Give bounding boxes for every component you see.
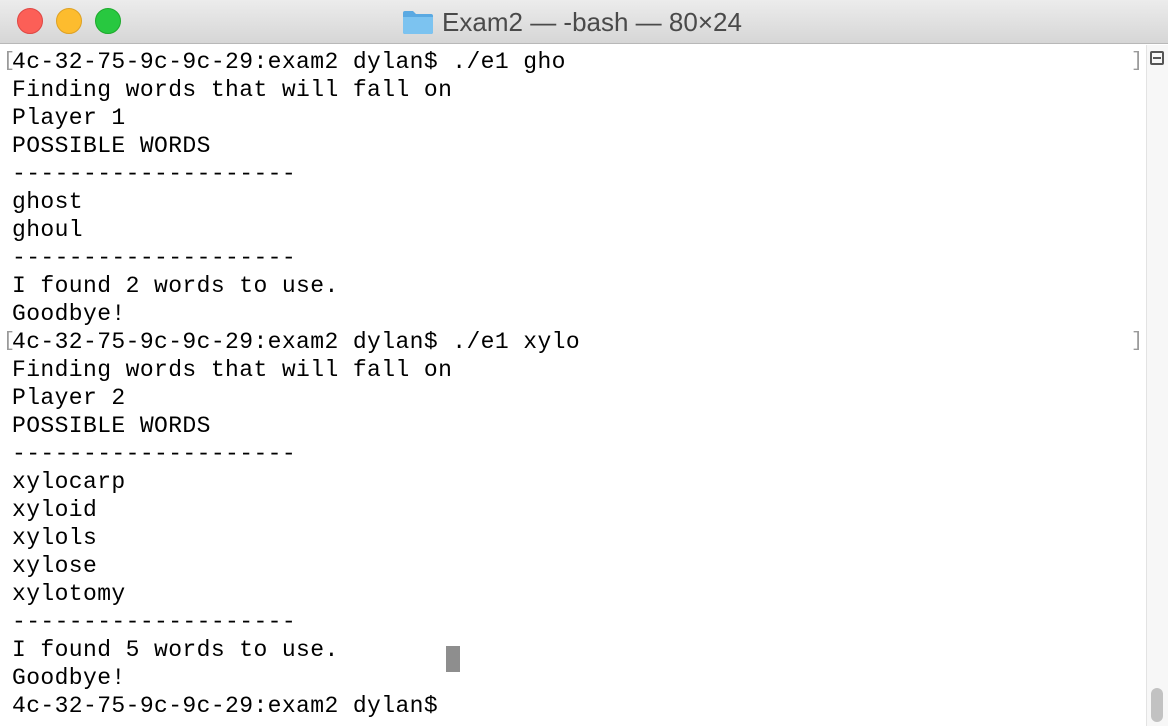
terminal-line: xylols (12, 525, 98, 551)
terminal-window: Exam2 — -bash — 80×24 4c-32-75-9c-9c-29:… (0, 0, 1168, 726)
mark-left-bracket: [ (3, 330, 16, 353)
terminal-line: -------------------- (12, 245, 297, 271)
terminal-line: -------------------- (12, 609, 297, 635)
mark-left-bracket: [ (3, 50, 16, 73)
terminal-prompt-line: 4c-32-75-9c-9c-29:exam2 dylan$ (12, 693, 453, 719)
terminal-line: 4c-32-75-9c-9c-29:exam2 dylan$ ./e1 gho (12, 49, 566, 75)
text-cursor (446, 646, 460, 672)
terminal-line: Finding words that will fall on (12, 357, 453, 383)
terminal-line: ghost (12, 189, 84, 215)
split-pane-icon[interactable] (1150, 51, 1164, 65)
terminal-line: -------------------- (12, 161, 297, 187)
mark-right-bracket: ] (1131, 330, 1144, 353)
terminal-output[interactable]: 4c-32-75-9c-9c-29:exam2 dylan$ ./e1 gho … (0, 45, 1146, 726)
terminal-line: I found 5 words to use. (12, 637, 339, 663)
terminal-line: Finding words that will fall on (12, 77, 453, 103)
terminal-line: Player 1 (12, 105, 126, 131)
terminal-line: I found 2 words to use. (12, 273, 339, 299)
scrollbar-thumb[interactable] (1151, 688, 1163, 722)
terminal-line: Player 2 (12, 385, 126, 411)
terminal-line: POSSIBLE WORDS (12, 413, 211, 439)
terminal-line: xylose (12, 553, 98, 579)
terminal-line: POSSIBLE WORDS (12, 133, 211, 159)
terminal-line: Goodbye! (12, 665, 126, 691)
window-title-container: Exam2 — -bash — 80×24 (0, 0, 1168, 44)
folder-icon (403, 11, 434, 34)
terminal-line: 4c-32-75-9c-9c-29:exam2 dylan$ ./e1 xylo (12, 329, 581, 355)
terminal-line: ghoul (12, 217, 84, 243)
terminal-line: xylotomy (12, 581, 126, 607)
terminal-line: xyloid (12, 497, 98, 523)
vertical-scrollbar[interactable] (1146, 45, 1168, 726)
window-title: Exam2 — -bash — 80×24 (442, 6, 742, 37)
terminal-line: -------------------- (12, 441, 297, 467)
terminal-line: xylocarp (12, 469, 126, 495)
mark-right-bracket: ] (1131, 50, 1144, 73)
title-bar[interactable]: Exam2 — -bash — 80×24 (0, 0, 1168, 44)
terminal-line: Goodbye! (12, 301, 126, 327)
